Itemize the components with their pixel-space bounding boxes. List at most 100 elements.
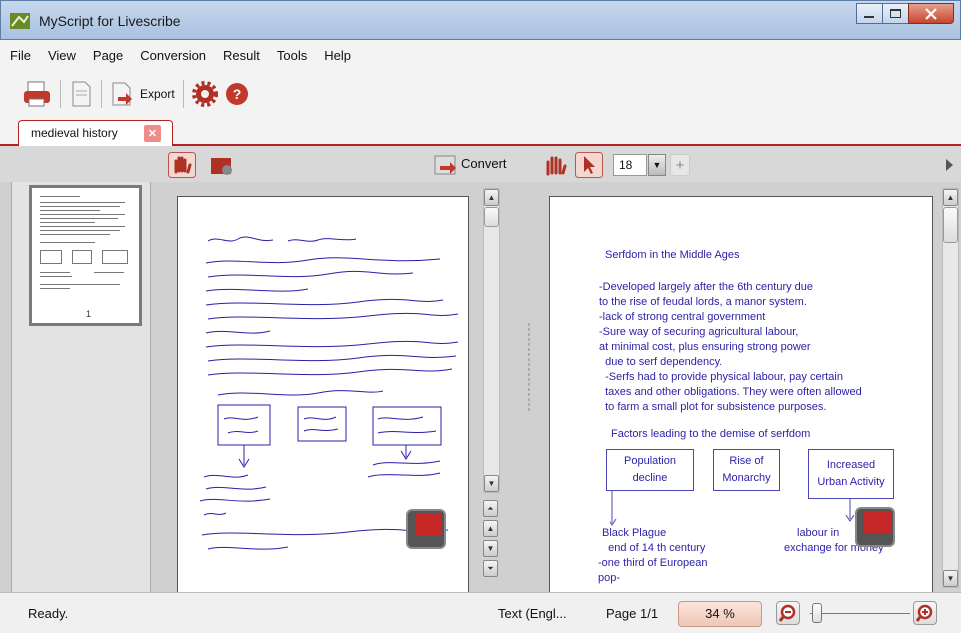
add-button[interactable]: +: [670, 154, 690, 176]
converted-line: at minimal cost, plus ensuring strong po…: [599, 341, 811, 353]
expand-right-icon[interactable]: [946, 159, 953, 171]
zoom-out-button[interactable]: [776, 601, 800, 625]
factor-box-line: Monarchy: [722, 472, 771, 484]
help-icon[interactable]: ?: [224, 81, 250, 107]
page-navigation: ⏶ ▲ ▼ ⏷: [483, 500, 500, 584]
menu-page[interactable]: Page: [93, 48, 123, 63]
ink-vertical-scrollbar[interactable]: ▲ ▼: [483, 188, 500, 493]
magnifier-plus-icon: [915, 604, 933, 622]
quick-share-result-icon[interactable]: [855, 507, 895, 547]
scroll-down-icon[interactable]: ▼: [943, 570, 958, 587]
converted-line: labour in: [797, 527, 840, 539]
close-window-button[interactable]: [908, 3, 954, 24]
export-label: Export: [140, 87, 175, 101]
converted-line: -one third of European: [598, 557, 708, 569]
close-icon: [925, 7, 937, 20]
menu-bar: File View Page Conversion Result Tools H…: [0, 40, 961, 70]
menu-conversion[interactable]: Conversion: [140, 48, 206, 63]
status-bar: Ready. Text (Engl... Page 1/1 34 %: [0, 592, 961, 633]
magnifier-minus-icon: [778, 604, 796, 622]
last-page-icon[interactable]: ⏷: [483, 560, 498, 577]
scroll-thumb[interactable]: [484, 207, 499, 227]
app-logo-icon: [10, 13, 30, 29]
converted-title: Serfdom in the Middle Ages: [605, 249, 740, 261]
font-size-dropdown[interactable]: ▼: [648, 154, 666, 176]
converted-line: to farm a small plot for subsistence pur…: [599, 401, 827, 413]
converted-line: to the rise of feudal lords, a manor sys…: [599, 296, 807, 308]
scroll-thumb[interactable]: [943, 207, 958, 243]
page-thumbnail-pane: 1: [11, 182, 151, 592]
converted-line: -Sure way of securing agricultural labou…: [599, 326, 799, 338]
page-indicator: Page 1/1: [606, 606, 659, 621]
scroll-down-icon[interactable]: ▼: [484, 475, 499, 492]
converted-line: Black Plague: [602, 527, 667, 539]
hand-pan-result-icon[interactable]: [541, 152, 569, 178]
thumbnail-page-number: 1: [86, 309, 92, 319]
convert-button[interactable]: Convert: [461, 156, 507, 171]
factor-box-line: decline: [632, 472, 668, 484]
next-page-icon[interactable]: ▼: [483, 540, 498, 557]
scroll-up-icon[interactable]: ▲: [484, 189, 499, 206]
view-toolbar: Convert 18 ▼ +: [0, 146, 961, 182]
window-title: MyScript for Livescribe: [39, 13, 181, 29]
factors-heading: Factors leading to the demise of serfdom: [611, 428, 811, 440]
page-icon[interactable]: [69, 80, 93, 108]
menu-tools[interactable]: Tools: [277, 48, 307, 63]
zoom-slider-track[interactable]: [810, 613, 910, 614]
tab-close-icon[interactable]: ✕: [144, 125, 161, 142]
pane-splitter[interactable]: [528, 322, 530, 412]
converted-line: end of 14 th century: [602, 542, 706, 554]
previous-page-icon[interactable]: ▲: [483, 520, 498, 537]
first-page-icon[interactable]: ⏶: [483, 500, 498, 517]
converted-line: -Serfs had to provide physical labour, p…: [599, 371, 843, 383]
select-arrow-icon[interactable]: [575, 152, 603, 178]
svg-text:?: ?: [232, 86, 241, 102]
menu-result[interactable]: Result: [223, 48, 260, 63]
converted-line: taxes and other obligations. They were o…: [599, 386, 862, 398]
minimize-icon: [864, 15, 874, 18]
workspace: 1 ▲ ▼ ⏶ ▲ ▼ ⏷ Serfdom in the Middle Ages…: [0, 182, 961, 596]
print-icon[interactable]: [22, 80, 52, 108]
title-bar: MyScript for Livescribe: [0, 0, 961, 40]
menu-view[interactable]: View: [48, 48, 76, 63]
page-thumbnail[interactable]: 1: [29, 185, 142, 326]
converted-line: -lack of strong central government: [599, 311, 766, 323]
maximize-button[interactable]: [882, 3, 909, 24]
result-vertical-scrollbar[interactable]: ▲ ▼: [942, 188, 959, 588]
factor-box-monarchy: Rise of Monarchy: [713, 449, 780, 491]
hand-pan-icon[interactable]: [168, 152, 196, 178]
factor-box-line: Urban Activity: [817, 476, 885, 488]
factor-box-population: Population decline: [606, 449, 694, 491]
converted-line: pop-: [598, 572, 621, 584]
ink-page-pane: ▲ ▼ ⏶ ▲ ▼ ⏷: [163, 182, 526, 596]
window-controls: [856, 3, 954, 25]
settings-gear-icon[interactable]: [191, 81, 218, 107]
convert-icon[interactable]: [432, 152, 460, 178]
tab-label: medieval history: [31, 126, 118, 140]
toolbar-separator: [101, 80, 102, 108]
handwritten-page: [177, 196, 469, 596]
factor-box-line: Rise of: [729, 455, 764, 467]
menu-file[interactable]: File: [10, 48, 31, 63]
converted-text-page: Serfdom in the Middle Ages -Developed la…: [549, 196, 933, 596]
quick-share-icon[interactable]: [406, 509, 446, 549]
maximize-icon: [890, 8, 901, 18]
factor-box-line: Population: [624, 455, 676, 467]
zoom-slider-handle[interactable]: [812, 603, 822, 623]
tab-medieval-history[interactable]: medieval history ✕: [18, 120, 173, 147]
zoom-in-button[interactable]: [913, 601, 937, 625]
status-text: Ready.: [28, 606, 69, 621]
toolbar-separator: [182, 80, 184, 108]
scroll-up-icon[interactable]: ▲: [943, 189, 958, 206]
font-size-field[interactable]: 18: [613, 154, 647, 176]
main-toolbar: Export ?: [0, 70, 961, 118]
minimize-button[interactable]: [856, 3, 883, 24]
conversion-result-pane: Serfdom in the Middle Ages -Developed la…: [536, 182, 961, 596]
zoom-level[interactable]: 34 %: [678, 601, 762, 627]
converted-line: -Developed largely after the 6th century…: [599, 281, 814, 293]
settings-pen-icon[interactable]: [207, 152, 235, 178]
export-icon: [112, 82, 132, 106]
menu-help[interactable]: Help: [324, 48, 351, 63]
export-button[interactable]: Export: [110, 81, 175, 107]
language-indicator[interactable]: Text (Engl...: [498, 606, 567, 621]
